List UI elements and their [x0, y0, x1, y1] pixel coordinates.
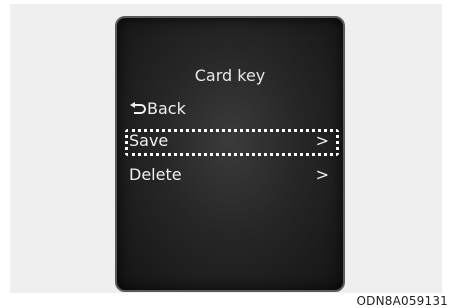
menu-item-save-label: Save	[129, 128, 168, 154]
display-screen: Card key Back Save > Delete >	[115, 16, 345, 292]
menu-item-delete[interactable]: Delete >	[125, 162, 337, 188]
back-arrow-icon	[129, 102, 147, 116]
menu-item-save[interactable]: Save >	[125, 128, 337, 154]
menu-item-delete-label: Delete	[129, 162, 182, 188]
back-label: Back	[147, 96, 186, 122]
screen-title: Card key	[117, 66, 343, 85]
chevron-right-icon: >	[316, 128, 329, 154]
figure-code: ODN8A059131	[356, 294, 448, 308]
back-button[interactable]: Back	[125, 96, 337, 122]
chevron-right-icon: >	[316, 162, 329, 188]
